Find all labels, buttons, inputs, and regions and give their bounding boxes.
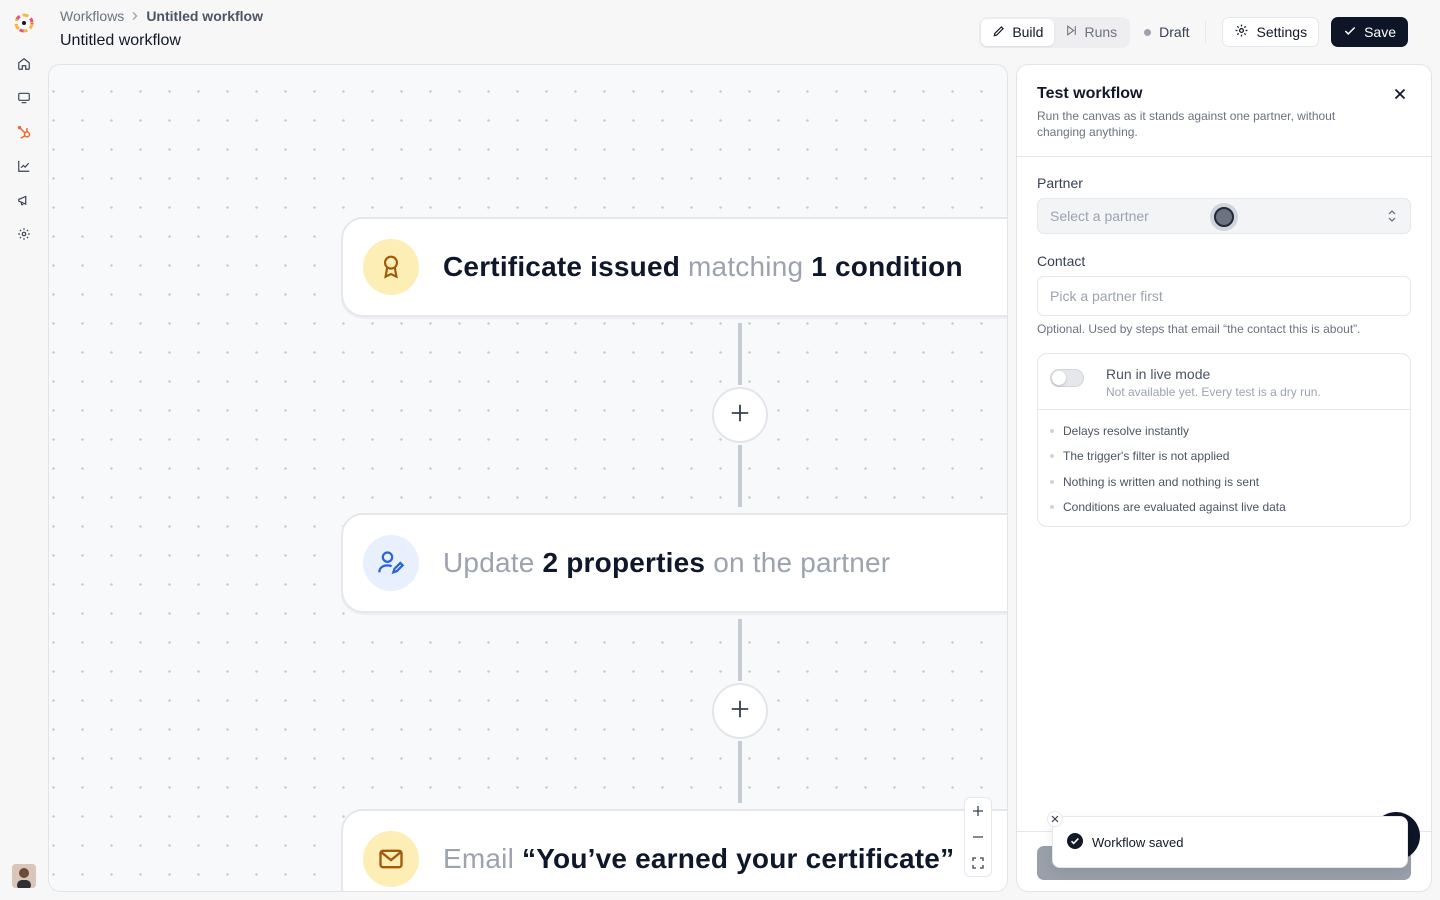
header-actions: Build Runs Draft Settings Save [979, 16, 1408, 48]
tab-runs[interactable]: Runs [1054, 19, 1128, 46]
chart-line-icon[interactable] [15, 157, 33, 175]
node-text-part: Certificate issued [443, 251, 681, 282]
partner-select[interactable]: Select a partner [1037, 198, 1411, 234]
panel-subtitle: Run the canvas as it stands against one … [1037, 109, 1336, 139]
gear-icon[interactable] [15, 225, 33, 243]
hubspot-icon[interactable] [15, 123, 33, 141]
dry-run-notes: Delays resolve instantly The trigger's f… [1038, 410, 1410, 526]
contact-input[interactable]: Pick a partner first [1037, 276, 1411, 316]
test-workflow-panel: Test workflow Run the canvas as it stand… [1016, 64, 1432, 892]
node-text-part: Update [443, 547, 535, 578]
status-badge: Draft [1144, 21, 1207, 43]
home-icon[interactable] [15, 55, 33, 73]
note-text: Conditions are evaluated against live da… [1063, 500, 1286, 515]
node-text-part: matching [688, 251, 804, 282]
node-text-part: Email [443, 843, 515, 874]
settings-label: Settings [1256, 24, 1308, 40]
user-edit-icon [363, 535, 419, 591]
connector-line [738, 741, 742, 803]
pencil-icon [992, 24, 1006, 41]
live-mode-box: Run in live mode Not available yet. Ever… [1037, 353, 1411, 527]
action-node-email-text: Email “You’ve earned your certificate” [443, 843, 954, 875]
close-icon[interactable] [1391, 85, 1409, 103]
zoom-controls [964, 797, 992, 877]
list-item: Delays resolve instantly [1050, 418, 1398, 444]
plus-icon [729, 698, 751, 725]
node-text-part: 2 properties [542, 547, 706, 578]
live-mode-sub: Not available yet. Every test is a dry r… [1106, 385, 1321, 399]
toast-message: Workflow saved [1092, 834, 1184, 850]
panel-body: Partner Select a partner Contact Pick a … [1017, 157, 1431, 545]
action-node-update-text: Update 2 properties on the partner [443, 547, 890, 579]
toast-notification: Workflow saved [1052, 816, 1408, 868]
check-icon [1343, 24, 1357, 41]
status-dot [1144, 28, 1152, 36]
left-rail [0, 0, 48, 900]
live-mode-row: Run in live mode Not available yet. Ever… [1038, 354, 1410, 410]
breadcrumb-current: Untitled workflow [146, 8, 263, 24]
contact-helper: Optional. Used by steps that email “the … [1037, 322, 1361, 336]
toast-close-icon[interactable] [1047, 811, 1063, 827]
node-text-part: on the partner [713, 547, 891, 578]
status-label: Draft [1159, 24, 1190, 40]
action-node-update[interactable]: Update 2 properties on the partner [341, 513, 1007, 613]
panel-header: Test workflow Run the canvas as it stand… [1017, 65, 1431, 157]
mode-toggle: Build Runs [979, 16, 1131, 48]
breadcrumb-workflows[interactable]: Workflows [60, 8, 124, 24]
panel-title: Test workflow [1037, 85, 1143, 102]
chevron-right-icon [130, 11, 140, 21]
megaphone-icon[interactable] [15, 191, 33, 209]
live-mode-label: Run in live mode [1106, 366, 1211, 382]
connector-line [738, 619, 742, 681]
action-node-email[interactable]: Email “You’ve earned your certificate” [341, 809, 1007, 891]
mail-icon [363, 831, 419, 887]
sun-logo-icon[interactable] [12, 11, 36, 35]
connector-line [738, 323, 742, 385]
contact-placeholder: Pick a partner first [1050, 288, 1163, 304]
live-mode-text: Run in live mode Not available yet. Ever… [1106, 366, 1321, 399]
note-text: Nothing is written and nothing is sent [1063, 474, 1260, 489]
monitor-icon[interactable] [15, 89, 33, 107]
trigger-node[interactable]: Certificate issued matching 1 condition [341, 217, 1007, 317]
workflow-canvas[interactable]: Certificate issued matching 1 condition Up… [48, 64, 1008, 892]
page-title[interactable]: Untitled workflow [60, 32, 181, 50]
live-mode-toggle[interactable] [1050, 369, 1084, 387]
add-step-button[interactable] [712, 387, 768, 443]
zoom-in-button[interactable] [965, 798, 991, 824]
play-skip-icon [1065, 24, 1078, 40]
tab-runs-label: Runs [1084, 24, 1118, 40]
loading-spinner-icon [1210, 203, 1238, 231]
chevron-up-down-icon [1386, 209, 1398, 226]
gear-icon [1234, 23, 1249, 41]
note-text: Delays resolve instantly [1063, 423, 1190, 438]
tab-build-label: Build [1012, 24, 1044, 40]
zoom-out-button[interactable] [965, 824, 991, 850]
node-text-part: “You’ve earned your certificate” [522, 843, 955, 874]
settings-button[interactable]: Settings [1222, 17, 1320, 47]
award-icon [363, 239, 419, 295]
save-label: Save [1364, 24, 1396, 40]
user-avatar[interactable] [12, 864, 36, 888]
trigger-node-text: Certificate issued matching 1 condition [443, 251, 963, 283]
note-text: The trigger's filter is not applied [1063, 449, 1230, 464]
breadcrumb: Workflows Untitled workflow [60, 7, 263, 25]
partner-label: Partner [1037, 175, 1083, 191]
check-circle-icon [1067, 832, 1083, 852]
list-item: Conditions are evaluated against live da… [1050, 495, 1398, 521]
list-item: Nothing is written and nothing is sent [1050, 469, 1398, 495]
plus-icon [729, 402, 751, 429]
add-step-button[interactable] [712, 683, 768, 739]
contact-label: Contact [1037, 253, 1086, 269]
node-text-part: 1 condition [811, 251, 963, 282]
partner-select-value: Select a partner [1050, 208, 1149, 224]
connector-line [738, 445, 742, 507]
fit-view-button[interactable] [965, 850, 991, 876]
tab-build[interactable]: Build [981, 18, 1055, 46]
list-item: The trigger's filter is not applied [1050, 444, 1398, 470]
save-button[interactable]: Save [1331, 17, 1408, 47]
